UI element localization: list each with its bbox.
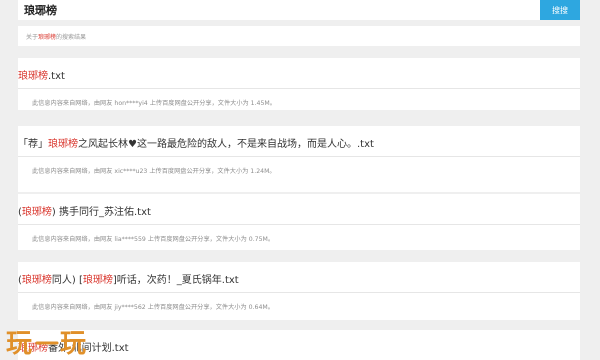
card-divider <box>18 292 580 293</box>
title-text: ) 携手同行_苏注佑.txt <box>51 207 151 218</box>
summary-prefix: 关于 <box>26 33 39 41</box>
result-description: 此信息内容来自网络，由网友 hon****yi4 上传百度网盘公开分享，文件大小… <box>32 100 276 107</box>
result-title-link[interactable]: (琅琊榜) 携手同行_苏注佑.txt <box>18 203 151 218</box>
result-card: 琅琊榜.txt 此信息内容来自网络，由网友 hon****yi4 上传百度网盘公… <box>18 58 580 110</box>
search-bar: 搜搜 <box>18 0 580 20</box>
title-text: 之风起长林♥这一路最危险的敌人，不是来自战场，而是人心。.txt <box>78 139 374 150</box>
result-description: 此信息内容来自网络，由网友 jiy****562 上传百度网盘公开分享，文件大小… <box>32 304 274 311</box>
summary-keyword: 琅琊榜 <box>38 33 57 41</box>
result-description: 此信息内容来自网络，由网友 xic****u23 上传百度网盘公开分享，文件大小… <box>32 168 276 175</box>
card-divider <box>18 156 580 157</box>
title-text: 「荐」 <box>18 139 48 150</box>
card-divider <box>18 224 580 225</box>
title-text: .txt <box>48 71 65 82</box>
site-watermark-logo: 玩 玩 <box>6 329 86 357</box>
result-card: (琅琊榜) 携手同行_苏注佑.txt 此信息内容来自网络，由网友 lia****… <box>18 194 580 250</box>
result-title-link[interactable]: 琅琊榜.txt <box>18 67 65 82</box>
search-button[interactable]: 搜搜 <box>540 0 580 20</box>
result-title-link[interactable]: 「荐」琅琊榜之风起长林♥这一路最危险的敌人，不是来自战场，而是人心。.txt <box>18 135 374 150</box>
search-input[interactable] <box>18 0 540 20</box>
watermark-glyph-1: 玩 <box>6 329 32 357</box>
result-description: 此信息内容来自网络，由网友 lia****559 上传百度网盘公开分享，文件大小… <box>32 236 275 243</box>
title-keyword-highlight: 琅琊榜 <box>18 71 48 82</box>
title-text: ]听话，次药！_夏氏锅年.txt <box>112 275 239 286</box>
summary-suffix: 的搜索结果 <box>56 33 87 41</box>
title-keyword-highlight: 琅琊榜 <box>21 275 52 286</box>
title-text: 同人) [ <box>51 275 83 286</box>
result-card: 「荐」琅琊榜之风起长林♥这一路最危险的敌人，不是来自战场，而是人心。.txt 此… <box>18 126 580 192</box>
result-card: (琅琊榜同人) [琅琊榜]听话，次药！_夏氏锅年.txt 此信息内容来自网络，由… <box>18 262 580 320</box>
title-keyword-highlight: 琅琊榜 <box>48 139 78 150</box>
result-title-link[interactable]: (琅琊榜同人) [琅琊榜]听话，次药！_夏氏锅年.txt <box>18 271 239 286</box>
watermark-glyph-2: 玩 <box>60 329 86 357</box>
title-keyword-highlight: 琅琊榜 <box>21 207 52 218</box>
title-keyword-highlight: 琅琊榜 <box>82 275 113 286</box>
search-summary: 关于 琅琊榜 的搜索结果 <box>18 26 580 46</box>
card-divider <box>18 88 580 89</box>
